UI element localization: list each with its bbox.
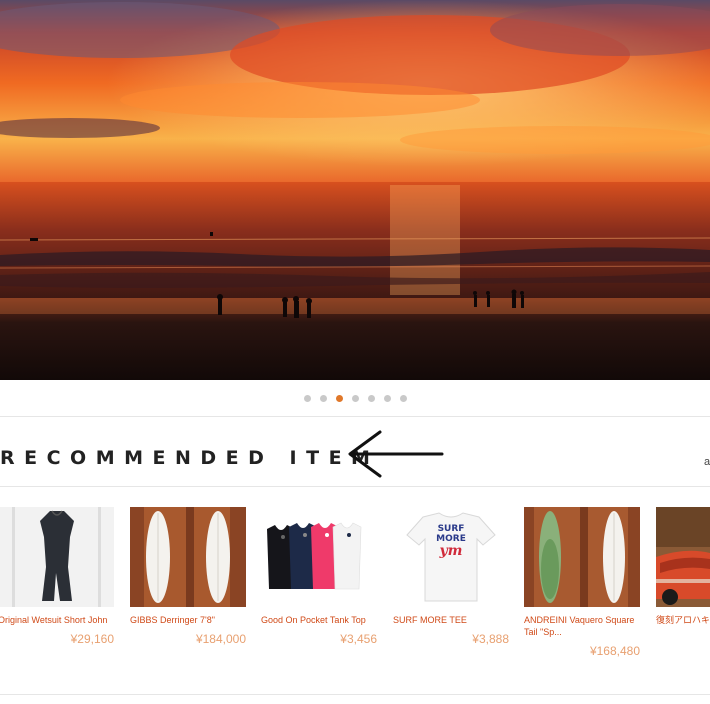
product-price: ¥184,000 xyxy=(195,632,246,646)
product-name[interactable]: Original Wetsuit Short John xyxy=(0,614,118,626)
carousel-dot[interactable] xyxy=(303,395,311,402)
surfboards-image xyxy=(130,507,246,607)
product-image[interactable] xyxy=(261,507,377,607)
tshirt-print-line: ym xyxy=(439,543,463,559)
product-card[interactable]: ANDREINI Vaquero Square Tail "Sp... ¥168… xyxy=(524,507,640,658)
product-price: ¥168,480 xyxy=(589,644,640,658)
product-image[interactable] xyxy=(656,507,710,607)
product-image[interactable]: SURF MORE ym xyxy=(393,507,509,607)
carousel-dot-active[interactable] xyxy=(335,395,343,402)
carousel-dot[interactable] xyxy=(383,395,391,402)
tshirt-image: SURF MORE ym xyxy=(393,507,509,607)
product-card[interactable]: Original Wetsuit Short John ¥29,160 xyxy=(0,507,114,646)
product-card[interactable]: 復刻アロハキ xyxy=(656,507,710,626)
divider xyxy=(0,486,710,487)
tshirt-print-line: SURF xyxy=(438,524,465,534)
hero-image xyxy=(0,0,710,380)
product-price: ¥3,888 xyxy=(472,632,509,646)
section-title: RECOMMENDED ITEM xyxy=(0,447,380,469)
car-image xyxy=(656,507,710,607)
carousel-pagination xyxy=(0,393,710,405)
product-card[interactable]: Good On Pocket Tank Top ¥3,456 xyxy=(261,507,377,646)
product-name[interactable]: GIBBS Derringer 7'8" xyxy=(130,614,250,626)
product-name[interactable]: 復刻アロハキ xyxy=(656,614,710,626)
carousel-dot[interactable] xyxy=(367,395,375,402)
arrow-left-icon xyxy=(348,430,444,478)
product-card[interactable]: GIBBS Derringer 7'8" ¥184,000 xyxy=(130,507,246,646)
carousel-dot[interactable] xyxy=(399,395,407,402)
product-name[interactable]: Good On Pocket Tank Top xyxy=(261,614,381,626)
product-price: ¥3,456 xyxy=(340,632,377,646)
hero-banner[interactable] xyxy=(0,0,710,380)
product-card[interactable]: SURF MORE ym SURF MORE TEE ¥3,888 xyxy=(393,507,509,646)
product-price: ¥29,160 xyxy=(70,632,114,646)
view-all-link[interactable]: a xyxy=(704,456,710,468)
wetsuit-image xyxy=(0,507,114,607)
carousel-dot[interactable] xyxy=(351,395,359,402)
product-image[interactable] xyxy=(524,507,640,607)
product-image[interactable] xyxy=(0,507,114,607)
green-surfboard-image xyxy=(524,507,640,607)
product-image[interactable] xyxy=(130,507,246,607)
product-name[interactable]: SURF MORE TEE xyxy=(393,614,513,626)
tank-tops-image xyxy=(261,507,377,607)
product-name[interactable]: ANDREINI Vaquero Square Tail "Sp... xyxy=(524,614,644,638)
divider xyxy=(0,416,710,417)
carousel-dot[interactable] xyxy=(319,395,327,402)
divider xyxy=(0,694,710,695)
